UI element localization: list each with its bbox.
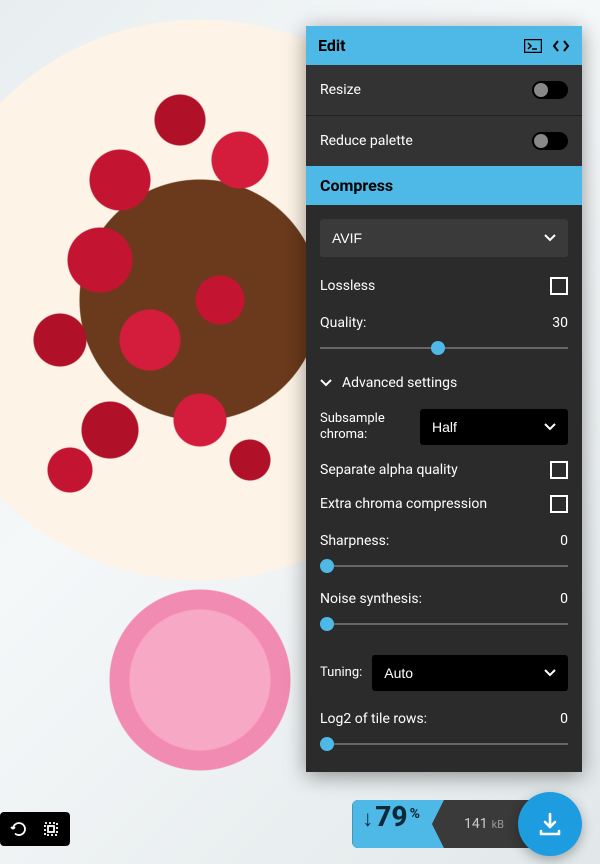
file-size-unit: kB [492, 818, 504, 831]
advanced-settings-label: Advanced settings [342, 375, 457, 391]
noise-synthesis-slider[interactable] [320, 623, 568, 625]
subsample-chroma-row: Subsample chroma: Half [320, 409, 568, 445]
chevron-down-icon [320, 379, 332, 387]
lossless-checkbox[interactable] [550, 277, 568, 295]
sharpness-value: 0 [560, 533, 568, 549]
quality-row: Quality: 30 [320, 315, 568, 331]
log2-tile-rows-value: 0 [560, 711, 568, 727]
resize-label: Resize [320, 82, 361, 98]
noise-synthesis-row: Noise synthesis: 0 [320, 591, 568, 607]
log2-tile-rows-row: Log2 of tile rows: 0 [320, 711, 568, 727]
log2-tile-rows-label: Log2 of tile rows: [320, 711, 427, 727]
separate-alpha-checkbox[interactable] [550, 461, 568, 479]
subsample-chroma-select[interactable]: Half [420, 409, 568, 445]
reduce-palette-toggle[interactable] [532, 132, 568, 150]
compress-options: AVIF Lossless Quality: 30 Advanced setti… [306, 205, 582, 772]
size-badge: ↓ 79 % 141 kB [352, 800, 530, 848]
resize-toggle[interactable] [532, 81, 568, 99]
quality-slider[interactable] [320, 347, 568, 349]
savings-pct: ↓ 79 % [352, 800, 444, 848]
sharpness-row: Sharpness: 0 [320, 533, 568, 549]
noise-synthesis-value: 0 [560, 591, 568, 607]
panel-header: Edit [306, 26, 582, 65]
compress-header: Compress [306, 166, 582, 205]
format-select[interactable]: AVIF [320, 219, 568, 257]
reduce-palette-section: Reduce palette [306, 115, 582, 166]
view-controls [0, 812, 70, 846]
download-icon [535, 809, 565, 839]
quality-value: 30 [552, 315, 568, 331]
compare-icon[interactable] [552, 39, 570, 53]
panel-title: Edit [318, 36, 514, 55]
separate-alpha-label: Separate alpha quality [320, 462, 458, 478]
savings-value: 79 [375, 800, 407, 833]
resize-section: Resize [306, 65, 582, 115]
quality-label: Quality: [320, 315, 366, 331]
advanced-settings-toggle[interactable]: Advanced settings [320, 375, 568, 391]
output-bar: ↓ 79 % 141 kB [352, 792, 582, 856]
tuning-label: Tuning: [320, 665, 362, 681]
edit-panel: Edit Resize Reduce palette Compress AVIF… [306, 26, 582, 772]
down-arrow-icon: ↓ [362, 806, 373, 832]
separate-alpha-row: Separate alpha quality [320, 461, 568, 479]
extra-chroma-label: Extra chroma compression [320, 496, 487, 512]
sharpness-label: Sharpness: [320, 533, 389, 549]
terminal-icon[interactable] [524, 39, 542, 53]
lossless-label: Lossless [320, 278, 375, 294]
lossless-row: Lossless [320, 277, 568, 295]
extra-chroma-checkbox[interactable] [550, 495, 568, 513]
file-size-value: 141 [464, 816, 488, 832]
download-button[interactable] [518, 792, 582, 856]
crop-icon[interactable] [42, 820, 60, 838]
rotate-icon[interactable] [10, 820, 28, 838]
tuning-row: Tuning: Auto [320, 655, 568, 691]
tuning-select[interactable]: Auto [372, 655, 568, 691]
percent-symbol: % [410, 806, 420, 822]
noise-synthesis-label: Noise synthesis: [320, 591, 422, 607]
subsample-chroma-label: Subsample chroma: [320, 411, 410, 442]
log2-tile-rows-slider[interactable] [320, 743, 568, 745]
reduce-palette-label: Reduce palette [320, 133, 413, 149]
sharpness-slider[interactable] [320, 565, 568, 567]
extra-chroma-row: Extra chroma compression [320, 495, 568, 513]
